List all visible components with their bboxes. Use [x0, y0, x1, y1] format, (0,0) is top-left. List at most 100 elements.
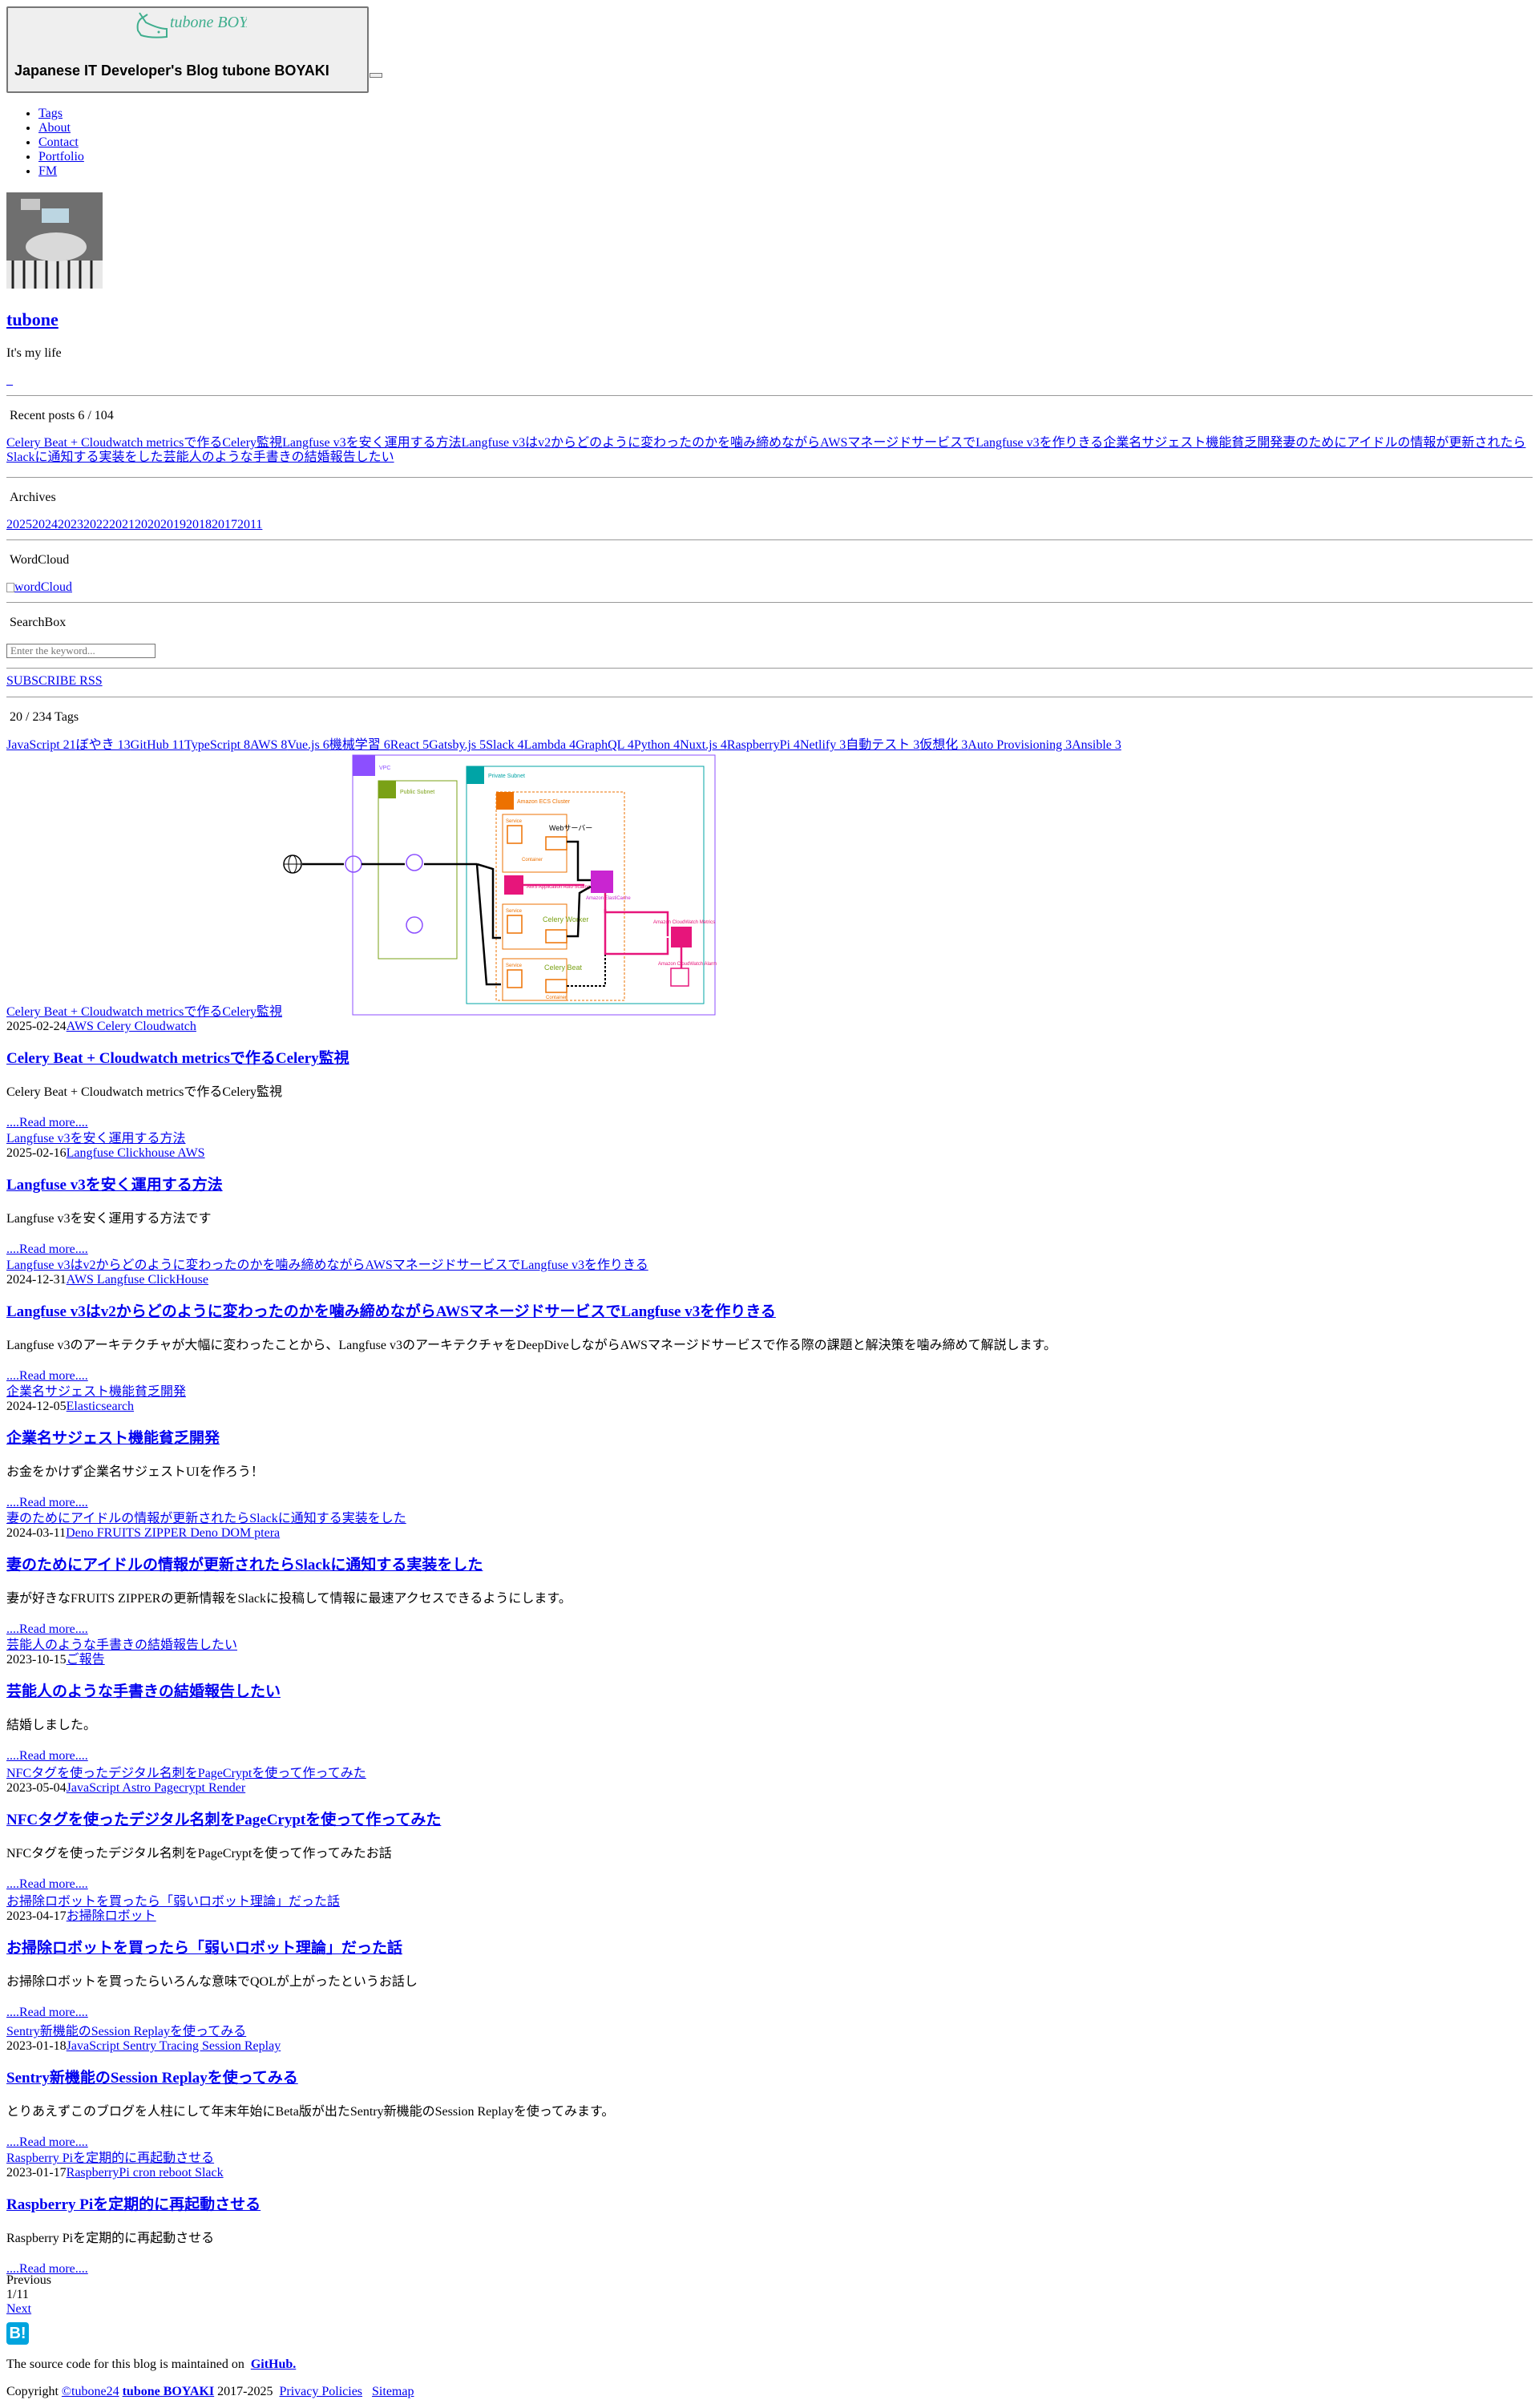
post-tags[interactable]: JavaScript Sentry Tracing Session Replay: [67, 2039, 281, 2053]
tag-link[interactable]: AWS 8: [250, 738, 287, 752]
tag-link[interactable]: Netlify 3: [800, 738, 846, 752]
post-thumbnail-link[interactable]: Celery Beat + Cloudwatch metricsで作るCeler…: [6, 1005, 282, 1020]
tag-link[interactable]: Auto Provisioning 3: [967, 738, 1072, 752]
archive-year-link[interactable]: 2021: [109, 518, 135, 531]
tag-link[interactable]: TypeScript 8: [184, 738, 250, 752]
archive-year-link[interactable]: 2018: [186, 518, 212, 531]
pagination-next[interactable]: Next: [6, 2302, 31, 2317]
archive-year-link[interactable]: 2024: [32, 518, 58, 531]
tag-link[interactable]: GraphQL 4: [576, 738, 634, 752]
wordcloud-image-link[interactable]: wordCloud: [6, 580, 72, 595]
tag-link[interactable]: Vue.js 6: [287, 738, 329, 752]
brand-button[interactable]: tubone BOYAKI Japanese IT Developer's Bl…: [6, 6, 369, 93]
read-more-link[interactable]: ....Read more....: [6, 1116, 88, 1130]
site-link[interactable]: tubone BOYAKI: [123, 2385, 215, 2398]
tag-link[interactable]: Ansible 3: [1072, 738, 1121, 752]
post-tags[interactable]: ご報告: [67, 1653, 105, 1667]
post-tags[interactable]: AWS Langfuse ClickHouse: [67, 1273, 208, 1287]
archive-year-link[interactable]: 2020: [135, 518, 160, 531]
profile-name[interactable]: tubone: [6, 309, 59, 330]
post-tags[interactable]: お掃除ロボット: [67, 1909, 156, 1923]
archive-year-link[interactable]: 2017: [212, 518, 237, 531]
read-more-link[interactable]: ....Read more....: [6, 2006, 88, 2020]
post-title[interactable]: NFCタグを使ったデジタル名刺をPageCryptを使って作ってみた: [6, 1812, 441, 1828]
recent-post-link[interactable]: 芸能人のような手書きの結婚報告したい: [164, 450, 394, 464]
post-tags[interactable]: RaspberryPi cron reboot Slack: [67, 2166, 224, 2180]
tag-link[interactable]: RaspberryPi 4: [727, 738, 800, 752]
search-input[interactable]: [6, 644, 156, 658]
post-title[interactable]: Sentry新機能のSession Replayを使ってみる: [6, 2071, 298, 2086]
tag-link[interactable]: Nuxt.js 4: [680, 738, 727, 752]
post-thumbnail-link[interactable]: Raspberry Piを定期的に再起動させる: [6, 2151, 214, 2166]
read-more-link[interactable]: ....Read more....: [6, 2135, 88, 2150]
nav-portfolio[interactable]: Portfolio: [38, 150, 84, 164]
post-thumbnail-link[interactable]: 芸能人のような手書きの結婚報告したい: [6, 1638, 237, 1653]
nav-about[interactable]: About: [38, 121, 71, 135]
recent-post-link[interactable]: Langfuse v3はv2からどのように変わったのかを噛み締めながらAWSマネ…: [462, 436, 1104, 450]
privacy-link[interactable]: Privacy Policies: [279, 2385, 362, 2398]
post-title[interactable]: Langfuse v3を安く運用する方法: [6, 1178, 223, 1193]
archive-year-link[interactable]: 2025: [6, 518, 32, 531]
read-more-link[interactable]: ....Read more....: [6, 1242, 88, 1257]
read-more-link[interactable]: ....Read more....: [6, 1877, 88, 1892]
nav-fm[interactable]: FM: [38, 164, 57, 178]
tag-link[interactable]: Gatsby.js 5: [429, 738, 486, 752]
tag-link[interactable]: React 5: [390, 738, 429, 752]
post-thumbnail-link[interactable]: Sentry新機能のSession Replayを使ってみる: [6, 2025, 246, 2039]
profile-link[interactable]: _: [6, 374, 13, 388]
architecture-diagram: VPC Public Subnet Private Subnet Amazon …: [283, 754, 717, 1016]
read-more-link[interactable]: ....Read more....: [6, 1749, 88, 1764]
tag-link[interactable]: Python 4: [634, 738, 680, 752]
worker-container-icon: [545, 929, 568, 943]
post-date: 2023-01-18: [6, 2039, 67, 2053]
tag-link[interactable]: GitHub 11: [131, 738, 184, 752]
post-title[interactable]: 妻のためにアイドルの情報が更新されたらSlackに通知する実装をした: [6, 1558, 483, 1573]
post-tags[interactable]: JavaScript Astro Pagecrypt Render: [67, 1781, 246, 1795]
tag-link[interactable]: ぼやき 13: [76, 738, 131, 752]
footer-github-link[interactable]: GitHub.: [251, 2357, 296, 2371]
post-excerpt: Raspberry Piを定期的に再起動させる: [6, 2232, 215, 2245]
recent-post-link[interactable]: Langfuse v3を安く運用する方法: [282, 436, 462, 450]
tag-link[interactable]: 機械学習 6: [329, 738, 390, 752]
menu-toggle-button[interactable]: [370, 73, 382, 78]
tag-link[interactable]: 自動テスト 3: [846, 738, 919, 752]
post-thumbnail-link[interactable]: NFCタグを使ったデジタル名刺をPageCryptを使って作ってみた: [6, 1767, 366, 1781]
tag-link[interactable]: Lambda 4: [524, 738, 576, 752]
nav-contact[interactable]: Contact: [38, 135, 79, 149]
post-tags[interactable]: AWS Celery Cloudwatch: [67, 1020, 196, 1033]
post-tags[interactable]: Langfuse Clickhouse AWS: [67, 1146, 205, 1160]
archive-year-link[interactable]: 2023: [58, 518, 83, 531]
post-title[interactable]: お掃除ロボットを買ったら「弱いロボット理論」だった話: [6, 1941, 402, 1956]
post-title[interactable]: Raspberry Piを定期的に再起動させる: [6, 2197, 261, 2212]
broken-image-icon: [6, 583, 14, 593]
post-date: 2025-02-24: [6, 1020, 67, 1033]
post-excerpt: お金をかけず企業名サジェストUIを作ろう！: [6, 1465, 264, 1479]
tag-link[interactable]: 仮想化 3: [919, 738, 967, 752]
read-more-link[interactable]: ....Read more....: [6, 1496, 88, 1510]
post-tags[interactable]: Deno FRUITS ZIPPER Deno DOM ptera: [66, 1526, 280, 1540]
archive-year-link[interactable]: 2019: [160, 518, 186, 531]
tag-link[interactable]: Slack 4: [486, 738, 524, 752]
read-more-link[interactable]: ....Read more....: [6, 1622, 88, 1637]
nav-tags[interactable]: Tags: [38, 107, 63, 120]
subscribe-rss-link[interactable]: SUBSCRIBE RSS: [6, 674, 103, 689]
post-title[interactable]: 企業名サジェスト機能貧乏開発: [6, 1431, 220, 1446]
archive-year-link[interactable]: 2022: [83, 518, 109, 531]
tag-link[interactable]: JavaScript 21: [6, 738, 76, 752]
post-thumbnail-link[interactable]: お掃除ロボットを買ったら「弱いロボット理論」だった話: [6, 1895, 340, 1909]
hatena-bookmark-button[interactable]: B!: [6, 2322, 29, 2345]
read-more-link[interactable]: ....Read more....: [6, 1369, 88, 1384]
recent-post-link[interactable]: Celery Beat + Cloudwatch metricsで作るCeler…: [6, 436, 282, 450]
post-thumbnail-link[interactable]: 妻のためにアイドルの情報が更新されたらSlackに通知する実装をした: [6, 1512, 406, 1526]
recent-post-link[interactable]: 企業名サジェスト機能貧乏開発: [1103, 436, 1282, 450]
post-title[interactable]: 芸能人のような手書きの結婚報告したい: [6, 1684, 281, 1699]
post-tags[interactable]: Elasticsearch: [67, 1400, 134, 1413]
post-thumbnail-link[interactable]: Langfuse v3を安く運用する方法: [6, 1132, 186, 1146]
author-link[interactable]: ©tubone24: [62, 2385, 119, 2398]
post-title[interactable]: Langfuse v3はv2からどのように変わったのかを噛み締めながらAWSマネ…: [6, 1304, 776, 1319]
post-thumbnail-link[interactable]: Langfuse v3はv2からどのように変わったのかを噛み締めながらAWSマネ…: [6, 1259, 648, 1273]
post-title[interactable]: Celery Beat + Cloudwatch metricsで作るCeler…: [6, 1051, 349, 1066]
sitemap-link[interactable]: Sitemap: [372, 2385, 414, 2398]
archive-year-link[interactable]: 2011: [237, 518, 262, 531]
post-thumbnail-link[interactable]: 企業名サジェスト機能貧乏開発: [6, 1385, 186, 1400]
